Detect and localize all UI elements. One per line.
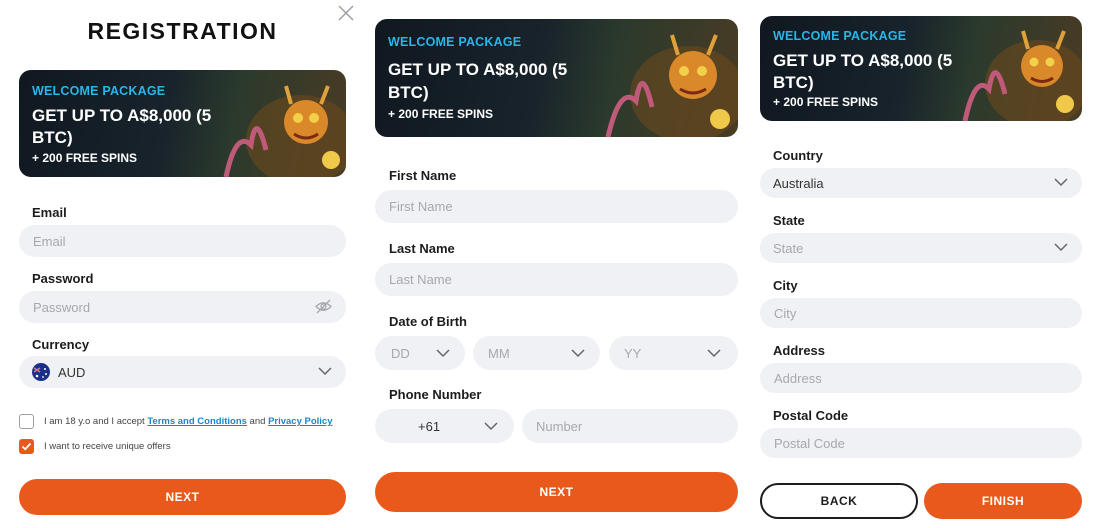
- country-label: Country: [773, 148, 823, 163]
- state-placeholder: State: [773, 241, 804, 256]
- back-button[interactable]: BACK: [760, 483, 918, 519]
- banner-headline-line1: GET UP TO A$8,000 (5: [388, 60, 568, 79]
- banner-headline-line1: GET UP TO A$8,000 (5: [32, 106, 212, 125]
- checkmark-icon: [21, 442, 32, 451]
- dragon-art-icon: [223, 85, 346, 177]
- offers-checkbox[interactable]: [19, 439, 34, 454]
- chevron-down-icon: [1054, 178, 1068, 187]
- banner-headline-line2: BTC): [388, 83, 429, 102]
- page-title: REGISTRATION: [87, 18, 278, 44]
- phone-code-value: +61: [418, 419, 441, 434]
- terms-link[interactable]: Terms and Conditions: [147, 416, 247, 427]
- dragon-art-icon: [962, 30, 1082, 121]
- banner-subline: + 200 FREE SPINS: [32, 151, 138, 165]
- dob-month-placeholder: MM: [488, 346, 510, 361]
- postal-code-label: Postal Code: [773, 408, 849, 423]
- phone-number-field[interactable]: [522, 409, 738, 443]
- dragon-art-icon: [605, 34, 738, 137]
- close-icon[interactable]: [337, 4, 355, 22]
- next-button[interactable]: NEXT: [19, 479, 346, 515]
- phone-label: Phone Number: [389, 387, 482, 402]
- first-name-label: First Name: [389, 168, 457, 183]
- chevron-down-icon: [484, 422, 498, 431]
- welcome-banner: WELCOME PACKAGE GET UP TO A$8,000 (5 BTC…: [19, 70, 346, 177]
- chevron-down-icon: [571, 349, 585, 358]
- registration-step-3: WELCOME PACKAGE GET UP TO A$8,000 (5 BTC…: [760, 0, 1082, 528]
- terms-text: I am 18 y.o and I accept Terms and Condi…: [44, 416, 333, 427]
- banner-headline-line2: BTC): [32, 128, 73, 147]
- city-field[interactable]: [760, 298, 1082, 328]
- banner-tag: WELCOME PACKAGE: [773, 29, 907, 43]
- banner-tag: WELCOME PACKAGE: [388, 35, 522, 49]
- dob-year-placeholder: YY: [624, 346, 642, 361]
- chevron-down-icon: [1054, 243, 1068, 252]
- state-select[interactable]: State: [760, 233, 1082, 263]
- banner-headline-line2: BTC): [773, 73, 814, 92]
- state-label: State: [773, 213, 805, 228]
- banner-tag: WELCOME PACKAGE: [32, 84, 166, 98]
- password-field[interactable]: [19, 291, 346, 323]
- offers-text: I want to receive unique offers: [44, 441, 171, 452]
- welcome-banner: WELCOME PACKAGE GET UP TO A$8,000 (5 BTC…: [760, 16, 1082, 121]
- last-name-label: Last Name: [389, 241, 455, 256]
- dob-month-select[interactable]: MM: [473, 336, 600, 370]
- banner-subline: + 200 FREE SPINS: [773, 95, 879, 109]
- address-label: Address: [773, 343, 826, 358]
- next-button[interactable]: NEXT: [375, 472, 738, 512]
- banner-headline-line1: GET UP TO A$8,000 (5: [773, 51, 953, 70]
- finish-button[interactable]: FINISH: [924, 483, 1082, 519]
- welcome-banner: WELCOME PACKAGE GET UP TO A$8,000 (5 BTC…: [375, 19, 738, 137]
- postal-code-field[interactable]: [760, 428, 1082, 458]
- australia-flag-icon: [32, 363, 50, 381]
- dob-label: Date of Birth: [389, 314, 467, 329]
- banner-subline: + 200 FREE SPINS: [388, 107, 494, 121]
- email-field[interactable]: [19, 225, 346, 257]
- country-select[interactable]: Australia: [760, 168, 1082, 198]
- dob-day-select[interactable]: DD: [375, 336, 465, 370]
- terms-checkbox[interactable]: [19, 414, 34, 429]
- address-field[interactable]: [760, 363, 1082, 393]
- email-label: Email: [32, 205, 67, 220]
- chevron-down-icon: [436, 349, 450, 358]
- password-label: Password: [32, 271, 94, 286]
- eye-icon[interactable]: [315, 299, 332, 314]
- privacy-link[interactable]: Privacy Policy: [268, 416, 332, 427]
- currency-value: AUD: [58, 365, 86, 380]
- currency-label: Currency: [32, 337, 90, 352]
- registration-step-1: REGISTRATION WELCOME PACKAGE GET UP TO A…: [19, 0, 354, 528]
- chevron-down-icon: [707, 349, 721, 358]
- currency-select[interactable]: AUD: [19, 356, 346, 388]
- last-name-field[interactable]: [375, 263, 738, 296]
- dob-day-placeholder: DD: [391, 346, 410, 361]
- phone-code-select[interactable]: +61: [375, 409, 514, 443]
- dob-year-select[interactable]: YY: [609, 336, 738, 370]
- country-value: Australia: [773, 176, 824, 191]
- city-label: City: [773, 278, 798, 293]
- registration-step-2: WELCOME PACKAGE GET UP TO A$8,000 (5 BTC…: [375, 0, 738, 528]
- chevron-down-icon: [318, 367, 332, 376]
- first-name-field[interactable]: [375, 190, 738, 223]
